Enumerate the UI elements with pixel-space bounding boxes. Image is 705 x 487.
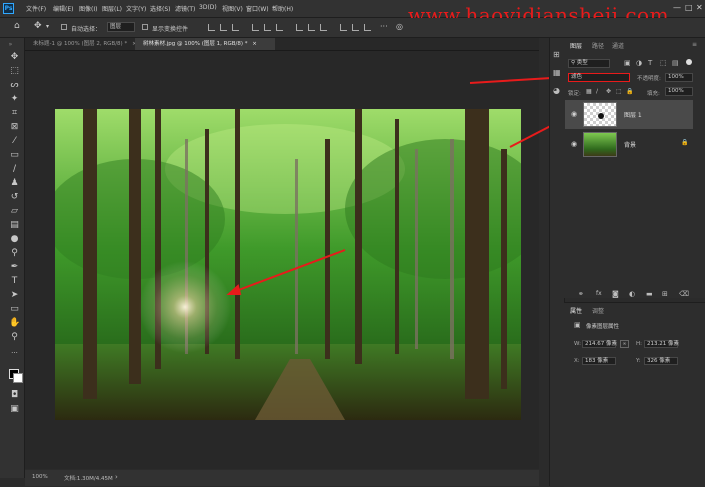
- lock-transparent-icon[interactable]: ▦: [586, 88, 592, 95]
- status-arrow-icon[interactable]: ›: [115, 473, 118, 481]
- search-icon: ⚲: [571, 60, 576, 66]
- tab-layers[interactable]: 图层: [570, 41, 582, 50]
- swatches-panel-icon[interactable]: ▦: [553, 68, 561, 77]
- layer-thumbnail: [583, 102, 617, 127]
- layer-name[interactable]: 背景: [624, 140, 636, 149]
- blend-mode-dropdown[interactable]: 滤色: [568, 73, 630, 82]
- lock-label: 锁定:: [568, 91, 581, 97]
- adjustment-layer-icon[interactable]: ◐: [629, 290, 635, 298]
- filter-type-icon[interactable]: T: [648, 59, 652, 67]
- opacity-input[interactable]: 100%: [665, 73, 693, 82]
- pixel-layer-icon: ▣: [574, 321, 581, 329]
- panel-menu-icon[interactable]: ≡: [692, 41, 697, 48]
- layer-name[interactable]: 图层 1: [624, 110, 642, 119]
- adjustments-panel-icon[interactable]: ◕: [553, 86, 560, 95]
- eye-icon[interactable]: ◉: [571, 140, 577, 148]
- height-input[interactable]: 213.21 像素: [644, 340, 679, 348]
- tab-channels[interactable]: 通道: [612, 41, 624, 50]
- lock-position-icon[interactable]: ✥: [606, 88, 611, 95]
- delete-layer-icon[interactable]: ⌫: [679, 290, 689, 298]
- opacity-label: 不透明度:: [637, 76, 661, 82]
- tab-adjustments[interactable]: 调整: [592, 306, 604, 315]
- x-label: X:: [574, 358, 580, 364]
- properties-title: 像素图层属性: [586, 324, 620, 330]
- document-size: 文档:1.30M/4.45M: [64, 476, 113, 482]
- panel-icon-strip: ⊞ ▦ ◕: [549, 38, 565, 486]
- layer-row-background[interactable]: ◉ 背景 🔒: [565, 130, 693, 159]
- filter-smart-object-icon[interactable]: ▤: [672, 59, 679, 67]
- layer-filter-dropdown[interactable]: ⚲ 类型: [568, 59, 610, 68]
- add-mask-icon[interactable]: ◙: [612, 290, 619, 298]
- x-input[interactable]: 183 像素: [582, 357, 616, 365]
- new-group-icon[interactable]: ▬: [646, 290, 653, 298]
- fill-label: 填充:: [647, 91, 660, 97]
- zoom-level[interactable]: 100%: [32, 474, 48, 480]
- height-label: H:: [636, 341, 642, 347]
- properties-panel: 属性 调整 ▣ 像素图层属性 W: 214.67 像素 ∞ H: 213.21 …: [564, 302, 705, 487]
- lock-all-icon[interactable]: 🔒: [626, 88, 633, 95]
- lock-icon: 🔒: [681, 139, 689, 146]
- link-icon[interactable]: ∞: [620, 340, 629, 348]
- filter-adjustment-icon[interactable]: ◑: [636, 59, 642, 67]
- y-label: Y:: [636, 358, 641, 364]
- lock-artboard-icon[interactable]: ⬚: [616, 88, 622, 95]
- link-layers-icon[interactable]: ⚭: [578, 290, 584, 298]
- fill-input[interactable]: 100%: [665, 87, 693, 96]
- y-input[interactable]: 326 像素: [644, 357, 678, 365]
- new-layer-icon[interactable]: ⊞: [662, 290, 668, 298]
- history-panel-icon[interactable]: ⊞: [553, 50, 560, 59]
- filter-pixel-icon[interactable]: ▣: [624, 59, 631, 67]
- layer-style-icon[interactable]: fx: [596, 290, 602, 297]
- layer-row-layer-1[interactable]: ◉ 图层 1: [565, 100, 693, 129]
- width-input[interactable]: 214.67 像素: [582, 340, 617, 348]
- filter-toggle[interactable]: [686, 59, 692, 65]
- layer-thumbnail: [583, 132, 617, 157]
- filter-shape-icon[interactable]: ⬚: [660, 59, 667, 67]
- arrow-to-flare: [235, 249, 346, 292]
- tab-properties[interactable]: 属性: [570, 306, 582, 315]
- lock-image-icon[interactable]: ∕: [596, 88, 598, 95]
- tab-paths[interactable]: 路径: [592, 41, 604, 50]
- status-bar: 100% 文档:1.30M/4.45M ›: [25, 470, 539, 486]
- eye-icon[interactable]: ◉: [571, 110, 577, 118]
- layer-content-dot: [598, 113, 604, 119]
- width-label: W:: [574, 341, 581, 347]
